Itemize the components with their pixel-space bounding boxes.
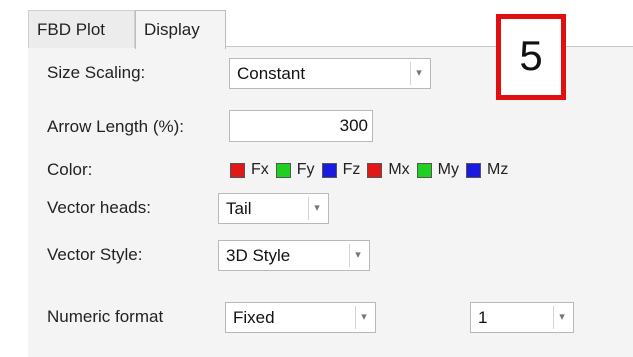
vector-style-value: 3D Style bbox=[226, 246, 291, 265]
numeric-format-label: Numeric format bbox=[47, 307, 164, 326]
size-scaling-select[interactable]: Constant ▾ bbox=[229, 58, 431, 89]
fy-swatch bbox=[275, 162, 291, 178]
arrow-length-input[interactable]: 300 bbox=[229, 110, 373, 142]
chevron-down-icon[interactable]: ▾ bbox=[308, 197, 325, 220]
fz-swatch bbox=[321, 162, 337, 178]
chevron-down-icon[interactable]: ▾ bbox=[553, 306, 570, 329]
color-item-my[interactable]: My bbox=[416, 161, 459, 179]
color-label: Color: bbox=[47, 160, 93, 179]
vector-heads-value: Tail bbox=[226, 199, 252, 218]
color-item-mx[interactable]: Mx bbox=[367, 161, 410, 179]
fx-swatch bbox=[230, 162, 245, 178]
precision-select[interactable]: 1 ▾ bbox=[470, 302, 574, 333]
color-item-fy[interactable]: Fy bbox=[275, 161, 315, 179]
arrow-length-label: Arrow Length (%): bbox=[47, 117, 184, 136]
vector-heads-label: Vector heads: bbox=[47, 198, 151, 217]
vector-heads-select[interactable]: Tail ▾ bbox=[218, 193, 329, 224]
my-swatch bbox=[416, 162, 432, 178]
color-item-fx[interactable]: Fx bbox=[230, 161, 269, 179]
vector-style-select[interactable]: 3D Style ▾ bbox=[218, 240, 370, 271]
size-scaling-label: Size Scaling: bbox=[47, 63, 146, 82]
mx-swatch bbox=[367, 162, 383, 178]
step-number-badge: 5 bbox=[496, 14, 566, 100]
chevron-down-icon[interactable]: ▾ bbox=[349, 244, 366, 267]
color-item-fz[interactable]: Fz bbox=[321, 161, 360, 179]
precision-value: 1 bbox=[478, 308, 488, 327]
color-item-mz[interactable]: Mz bbox=[466, 161, 508, 179]
mz-swatch bbox=[466, 162, 481, 178]
tab-fbd-plot[interactable]: FBD Plot bbox=[28, 10, 135, 48]
vector-style-label: Vector Style: bbox=[47, 245, 143, 264]
numeric-format-value: Fixed bbox=[233, 308, 275, 327]
size-scaling-value: Constant bbox=[237, 64, 306, 83]
chevron-down-icon[interactable]: ▾ bbox=[355, 306, 372, 329]
chevron-down-icon[interactable]: ▾ bbox=[410, 62, 427, 85]
color-legend: Fx Fy Fz Mx My Mz bbox=[230, 159, 515, 181]
tab-display[interactable]: Display bbox=[135, 10, 226, 49]
numeric-format-select[interactable]: Fixed ▾ bbox=[225, 302, 376, 333]
